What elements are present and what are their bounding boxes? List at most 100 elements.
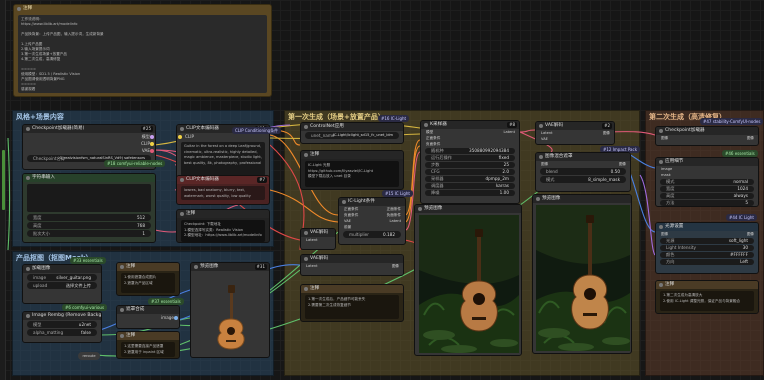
ksampler-widget-2[interactable]: 步数 25 — [425, 162, 515, 168]
ksampler-input-neg[interactable]: 负面条件 — [421, 141, 519, 147]
vae-decode-1-io[interactable]: Latent — [301, 237, 335, 244]
guitar-product-svg — [217, 285, 245, 350]
ksampler-widget-4[interactable]: 采样器 dpmpp_2m — [425, 176, 515, 182]
text-input-area[interactable] — [27, 184, 151, 212]
vae-decode-1-node[interactable]: VAE解码 Latent — [300, 228, 336, 250]
group-style-scene-title: 风格+场景内容 — [16, 113, 64, 121]
vae-decode-mid-node[interactable]: VAE解码 Latent 图像 — [300, 254, 404, 276]
iclight-note-text[interactable]: IC-Light 光照 https://github.com/lllyasvie… — [305, 161, 399, 187]
image-composite-node[interactable]: 遮罩合成 image — [116, 305, 180, 329]
upscale-widget-1[interactable]: 宽度 1024 — [660, 186, 754, 192]
apply-detail-title: 应用细节 — [656, 158, 758, 166]
rembg-node[interactable]: Image Rembg (Remove Background) 模型u2net … — [22, 311, 102, 343]
clip-positive-text[interactable]: Guitar in the forest on a deep Leaf/grou… — [181, 142, 265, 176]
mask-note-node[interactable]: 注释 1.使用遮罩合成图片 2.遮罩为产品区域 — [116, 262, 180, 296]
mid-note2-text[interactable]: Checkpoint: 下载地址 1.模型选择写实类：Realistic Vis… — [181, 220, 265, 242]
empty-latent-batch[interactable]: 批次大小 1 — [27, 230, 151, 237]
ksampler-widget-1[interactable]: 运行后操作 fixed — [425, 155, 515, 161]
light-source-widget-0[interactable]: 光源 soft_light — [660, 238, 754, 244]
empty-latent-width[interactable]: 宽度 512 — [27, 214, 151, 221]
upscale-widgets[interactable]: 模式 normal 宽度 1024 高度 always 方法 5 — [656, 179, 758, 206]
clip-positive-input[interactable]: CLIP — [177, 133, 269, 140]
right-note-text[interactable]: 1.第二次生成为高清放大 2.使用 IC-Light 调整光照，保证产品与背景融… — [660, 291, 754, 311]
forest-guitar-svg-2 — [536, 205, 630, 351]
preview-first-node[interactable]: 预览图像 — [414, 204, 522, 356]
mask-note-title: 注释 — [117, 263, 179, 271]
ksampler-widgets[interactable]: 随机种 350880992094384 运行后操作 fixed 步数 25 CFG 2.0 采样… — [421, 148, 519, 196]
image-blend-input[interactable]: 图像 图像 — [536, 161, 630, 167]
preview-second-node[interactable]: 预览图像 — [532, 194, 632, 354]
group-first-generation-title: 第一次生成（场景+放置产品） — [288, 113, 385, 121]
mask-note-text[interactable]: 1.使用遮罩合成图片 2.遮罩为产品区域 — [121, 273, 175, 293]
image-blend-mode[interactable]: 模式 8_simple_mask — [540, 176, 626, 183]
mask-note2-text[interactable]: 1.这里需要连接产品遮罩 2.遮罩用于 inpaint 区域 — [121, 342, 175, 357]
image-composite-title: 遮罩合成 — [117, 306, 179, 314]
preview-product-node[interactable]: 预览图像 #31 — [190, 262, 270, 358]
iclight-conditioning-node[interactable]: IC-Light条件 正面条件 正面条件 负面条件 负面条件 VAE Latent 前… — [338, 197, 406, 245]
upscale-widget-2[interactable]: 高度 always — [660, 193, 754, 199]
second-loader-node[interactable]: Checkpoint加载器 图像 图像 — [655, 126, 759, 146]
ksampler-node[interactable]: K采样器 #8 模型 Latent 正面条件 负面条件 随机种 3508809920… — [420, 120, 520, 204]
checkpoint-output-vae[interactable]: VAE — [23, 147, 155, 154]
vae-decode-1-title: VAE解码 — [301, 229, 335, 237]
light-source-widget-3[interactable]: 方向 Left — [660, 259, 754, 265]
light-source-widgets[interactable]: 光源 soft_light Light Intensity 30 颜色 #FFFFFF 方向… — [656, 238, 758, 265]
mask-note2-node[interactable]: 注释 1.这里需要连接产品遮罩 2.遮罩用于 inpaint 区域 — [116, 331, 180, 359]
second-loader-io[interactable]: 图像 图像 — [656, 135, 758, 141]
apply-detail-input-2[interactable]: mask — [656, 172, 758, 178]
checkpoint-output-model[interactable]: 模型 — [23, 133, 155, 140]
ksampler-widget-3[interactable]: CFG 2.0 — [425, 169, 515, 175]
empty-latent-height[interactable]: 高度 768 — [27, 222, 151, 229]
light-source-node[interactable]: 光源设置 图像 图像 光源 soft_light Light Intensity 30 颜… — [655, 222, 759, 274]
right-note-title: 注释 — [656, 281, 758, 289]
controlnet-apply-title: ControlNet应用 — [301, 123, 403, 131]
light-source-widget-1[interactable]: Light Intensity 30 — [660, 245, 754, 251]
image-blend-node[interactable]: 图像混合遮罩 图像 图像 blend 0.50 模式 8_simple_mask — [535, 152, 631, 192]
detail-note-text[interactable]: 1.第一次生成后，产品细节可能丢失 2.需要第二次生成恢复细节 — [305, 295, 399, 319]
checkpoint-loader-title: Checkpoint加载器(简易) — [23, 125, 155, 133]
reroute-dot[interactable]: reroute — [78, 352, 100, 360]
clip-negative-title: CLIP文本编码器 — [177, 176, 269, 184]
light-source-input[interactable]: 图像 图像 — [656, 231, 758, 237]
image-blend-factor[interactable]: blend 0.50 — [540, 168, 626, 175]
load-image-node[interactable]: 加载图像 image silver_guitar.png upload 选择文件上传 — [22, 264, 102, 304]
first-generation-image — [419, 215, 519, 353]
ksampler-widget-0[interactable]: 随机种 350880992094384 — [425, 148, 515, 154]
right-note-node[interactable]: 注释 1.第二次生成为高清放大 2.使用 IC-Light 调整光照，保证产品与… — [655, 280, 759, 314]
upscale-widget-0[interactable]: 模式 normal — [660, 179, 754, 185]
second-generation-image — [536, 205, 630, 351]
load-image-title: 加载图像 — [23, 265, 101, 273]
controlnet-apply-node[interactable]: ControlNet应用 unet_name IC-Light/iclight_s… — [300, 122, 404, 144]
top-note-node[interactable]: 注释 工作流说明： https://www.liblib.art/modelinf… — [13, 4, 272, 97]
iclight-note-node[interactable]: 注释 IC-Light 光照 https://github.com/lllyas… — [300, 150, 404, 190]
upscale-widget-3[interactable]: 方法 5 — [660, 200, 754, 206]
text-input-node[interactable]: 字符串输入 宽度 512 高度 768 批次大小 1 — [22, 173, 156, 243]
iclight-io-4[interactable]: 前景 — [339, 224, 405, 230]
clip-negative-node[interactable]: CLIP文本编码器 #7 lowres, bad anatomy, blurry… — [176, 175, 270, 205]
checkpoint-output-clip[interactable]: CLIP — [23, 140, 155, 147]
vae-decode-2-vae[interactable]: VAE — [536, 136, 614, 142]
mid-note2-node[interactable]: 注释 Checkpoint: 下载地址 1.模型选择写实类：Realistic … — [176, 209, 270, 243]
ksampler-widget-5[interactable]: 调度器 karras — [425, 183, 515, 189]
iclight-tag-15: #15 IC Light — [382, 190, 413, 197]
detail-note-node[interactable]: 注释 1.第一次生成后，产品细节可能丢失 2.需要第二次生成恢复细节 — [300, 284, 404, 322]
image-composite-io[interactable]: image — [117, 314, 179, 321]
light-source-widget-2[interactable]: 颜色 #FFFFFF — [660, 252, 754, 258]
left-panel-handle[interactable] — [2, 150, 5, 210]
top-note-text[interactable]: 工作流说明： https://www.liblib.art/modelinfo 产品… — [18, 15, 267, 93]
vae-decode-2-node[interactable]: VAE解码 #2 Latent 图像 VAE — [535, 121, 615, 145]
load-image-file[interactable]: image silver_guitar.png — [27, 274, 97, 281]
rembg-alpha[interactable]: alpha_matting false — [27, 329, 97, 336]
apply-detail-node[interactable]: 应用细节 image mask 模式 normal 宽度 1024 高度 always 方法… — [655, 157, 759, 207]
iclight-conditioning-title: IC-Light条件 — [339, 198, 405, 206]
controlnet-model-widget[interactable]: unet_name IC-Light/iclight_sd15_fc_unet_l… — [305, 132, 399, 139]
ksampler-widget-6[interactable]: 降噪 1.00 — [425, 190, 515, 196]
iclight-multiplier[interactable]: multiplier 0.182 — [343, 231, 401, 238]
vae-decode-mid-io[interactable]: Latent 图像 — [301, 263, 403, 270]
node-canvas[interactable]: 注释 工作流说明： https://www.liblib.art/modelinf… — [0, 0, 764, 380]
rembg-model[interactable]: 模型 u2net — [27, 321, 97, 328]
load-image-upload[interactable]: upload 选择文件上传 — [27, 282, 97, 289]
second-loader-title: Checkpoint加载器 — [656, 127, 758, 135]
clip-negative-text[interactable]: lowres, bad anatomy, blurry, text, water… — [181, 186, 265, 200]
ksampler-number: #8 — [507, 122, 517, 128]
